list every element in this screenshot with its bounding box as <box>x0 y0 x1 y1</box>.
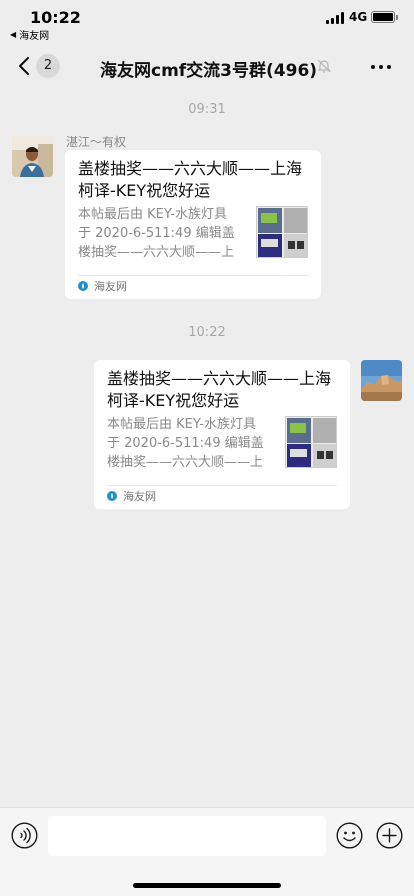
more-actions-button[interactable] <box>376 822 403 849</box>
battery-icon <box>371 11 398 23</box>
my-avatar[interactable] <box>361 360 402 401</box>
shared-link-card[interactable]: 盖楼抽奖——六六大顺——上海柯译-KEY祝您好运 本帖最后由 KEY-水族灯具 … <box>94 360 350 509</box>
chevron-left-icon <box>19 57 29 75</box>
chat-title: 海友网cmf交流3号群(496) <box>100 61 318 81</box>
status-time: 10:22 <box>30 8 81 27</box>
sender-avatar[interactable] <box>12 136 53 177</box>
emoji-icon <box>336 822 363 849</box>
voice-input-button[interactable] <box>11 822 38 849</box>
message-timestamp: 10:22 <box>188 325 226 340</box>
card-source-label: 海友网 <box>123 490 156 503</box>
message-timestamp: 09:31 <box>188 102 226 117</box>
status-bar: 10:22 ◀ 海友网 4G <box>0 0 414 44</box>
back-to-app-link[interactable]: ◀ 海友网 <box>10 27 49 42</box>
card-source-label: 海友网 <box>94 280 127 293</box>
card-description: 本帖最后由 KEY-水族灯具 于 2020-6-511:49 编辑盖楼抽奖——六… <box>107 417 264 470</box>
message-input[interactable] <box>48 816 326 856</box>
signal-icon <box>326 12 346 24</box>
back-triangle-icon: ◀ <box>10 30 17 39</box>
voice-icon <box>11 822 38 849</box>
product-thumbnail-icon <box>257 207 307 257</box>
home-indicator <box>133 883 281 888</box>
card-title: 盖楼抽奖——六六大顺——上海柯译-KEY祝您好运 <box>107 369 332 410</box>
emoji-button[interactable] <box>336 822 363 849</box>
card-source: 海友网 <box>107 488 156 504</box>
sender-name: 湛江～有权 <box>66 135 127 149</box>
landscape-photo-icon <box>361 360 402 401</box>
card-source: 海友网 <box>78 278 127 294</box>
site-logo-icon <box>107 491 117 501</box>
chat-header: 2 海友网cmf交流3号群(496) <box>0 44 414 88</box>
plus-icon <box>376 822 403 849</box>
card-thumbnail <box>285 416 337 468</box>
card-title: 盖楼抽奖——六六大顺——上海柯译-KEY祝您好运 <box>78 159 303 200</box>
person-photo-icon <box>12 136 53 177</box>
product-thumbnail-icon <box>286 417 336 467</box>
card-divider <box>78 275 308 276</box>
back-button[interactable] <box>14 54 36 78</box>
card-thumbnail <box>256 206 308 258</box>
card-description: 本帖最后由 KEY-水族灯具 于 2020-6-511:49 编辑盖楼抽奖——六… <box>78 207 235 260</box>
network-type: 4G <box>349 10 368 24</box>
unread-count-badge[interactable]: 2 <box>36 54 60 78</box>
card-divider <box>107 485 337 486</box>
back-app-label: 海友网 <box>19 31 50 42</box>
shared-link-card[interactable]: 盖楼抽奖——六六大顺——上海柯译-KEY祝您好运 本帖最后由 KEY-水族灯具 … <box>65 150 321 299</box>
chat-input-bar <box>0 807 414 896</box>
site-logo-icon <box>78 281 88 291</box>
more-options-button[interactable] <box>368 54 394 78</box>
bell-slash-icon <box>317 59 331 73</box>
